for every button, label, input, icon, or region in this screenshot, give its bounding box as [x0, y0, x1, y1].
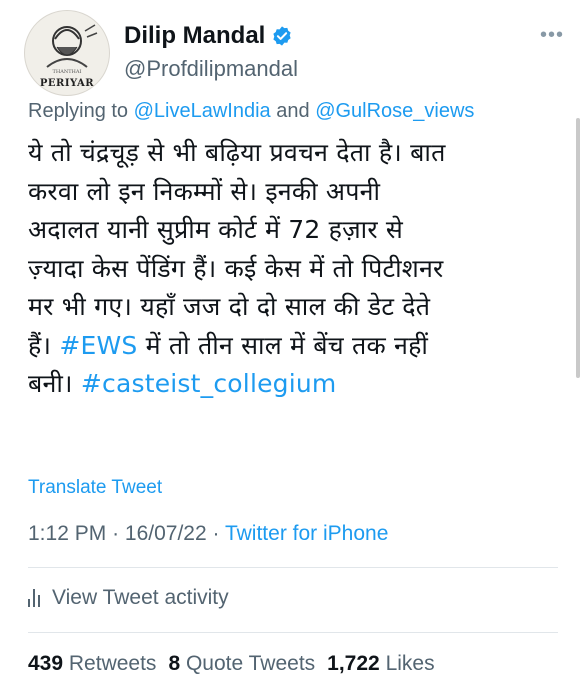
tweet-text-segment: हैं।: [28, 330, 52, 360]
tweet-text: ये तो चंद्रचूड़ से भी बढ़िया प्रवचन देता…: [28, 134, 558, 404]
retweets-count: 439: [28, 652, 64, 675]
author-name[interactable]: Dilip Mandal: [124, 22, 265, 50]
likes-label: Likes: [385, 652, 435, 675]
quote-tweets-stat[interactable]: 8 Quote Tweets: [168, 652, 315, 676]
tweet-line: मर भी गए। यहाँ जज दो दो साल की डेट देते: [28, 292, 431, 321]
likes-count: 1,722: [327, 652, 380, 675]
tweet-source-link[interactable]: Twitter for iPhone: [225, 522, 388, 545]
tweet-meta: 1:12 PM · 16/07/22 · Twitter for iPhone: [28, 522, 388, 546]
retweets-label: Retweets: [68, 652, 157, 675]
view-tweet-activity-label: View Tweet activity: [52, 586, 229, 609]
avatar-label: PERIYAR: [39, 78, 95, 89]
replying-to-prefix: Replying to: [28, 100, 129, 122]
mention-link[interactable]: @LiveLawIndia: [134, 100, 271, 122]
divider: [28, 632, 558, 633]
tweet-line: हैं। #EWS में तो तीन साल में बेंच तक नही…: [28, 327, 558, 366]
replying-to: Replying to @LiveLawIndia and @GulRose_v…: [28, 100, 474, 123]
translate-tweet-link[interactable]: Translate Tweet: [28, 477, 162, 499]
more-icon[interactable]: •••: [540, 24, 564, 47]
divider: [28, 567, 558, 568]
tweet-stats: 439 Retweets 8 Quote Tweets 1,722 Likes: [28, 652, 447, 676]
tweet-line: ये तो चंद्रचूड़ से भी बढ़िया प्रवचन देता…: [28, 138, 446, 167]
activity-bars-icon: [28, 589, 40, 607]
tweet-line: ज़्यादा केस पेंडिंग हैं। कई केस में तो प…: [28, 253, 444, 283]
tweet-text-segment: बनी।: [28, 369, 73, 398]
view-tweet-activity-button[interactable]: View Tweet activity: [28, 586, 229, 610]
tweet-line: अदालत यानी सुप्रीम कोर्ट में 72 हज़ार से: [28, 215, 404, 244]
replying-to-and: and: [276, 100, 310, 122]
scrollbar[interactable]: [576, 118, 580, 378]
tweet-line: करवा लो इन निकम्मों से। इनकी अपनी: [28, 176, 381, 206]
author-handle[interactable]: @Profdilipmandal: [124, 56, 298, 82]
tweet-line: बनी। #casteist_collegium: [28, 365, 558, 404]
tweet-text-segment: में तो तीन साल में बेंच तक नहीं: [145, 330, 429, 360]
hashtag-link[interactable]: #casteist_collegium: [81, 369, 337, 398]
tweet-time[interactable]: 1:12 PM: [28, 522, 106, 545]
verified-badge-icon: [273, 26, 291, 46]
hashtag-link[interactable]: #EWS: [59, 331, 137, 360]
author-name-row[interactable]: Dilip Mandal: [124, 22, 293, 50]
avatar-sublabel: THANTHAI: [52, 69, 82, 75]
tweet-header: THANTHAI PERIYAR Dilip Mandal @Profdilip…: [24, 10, 564, 96]
quote-tweets-label: Quote Tweets: [185, 652, 316, 675]
avatar[interactable]: THANTHAI PERIYAR: [24, 10, 110, 96]
likes-stat[interactable]: 1,722 Likes: [327, 652, 434, 676]
mention-link[interactable]: @GulRose_views: [315, 100, 474, 122]
retweets-stat[interactable]: 439 Retweets: [28, 652, 156, 676]
meta-separator: ·: [212, 522, 220, 545]
meta-separator: ·: [112, 522, 120, 545]
quote-tweets-count: 8: [168, 652, 181, 675]
tweet-date[interactable]: 16/07/22: [125, 522, 207, 545]
